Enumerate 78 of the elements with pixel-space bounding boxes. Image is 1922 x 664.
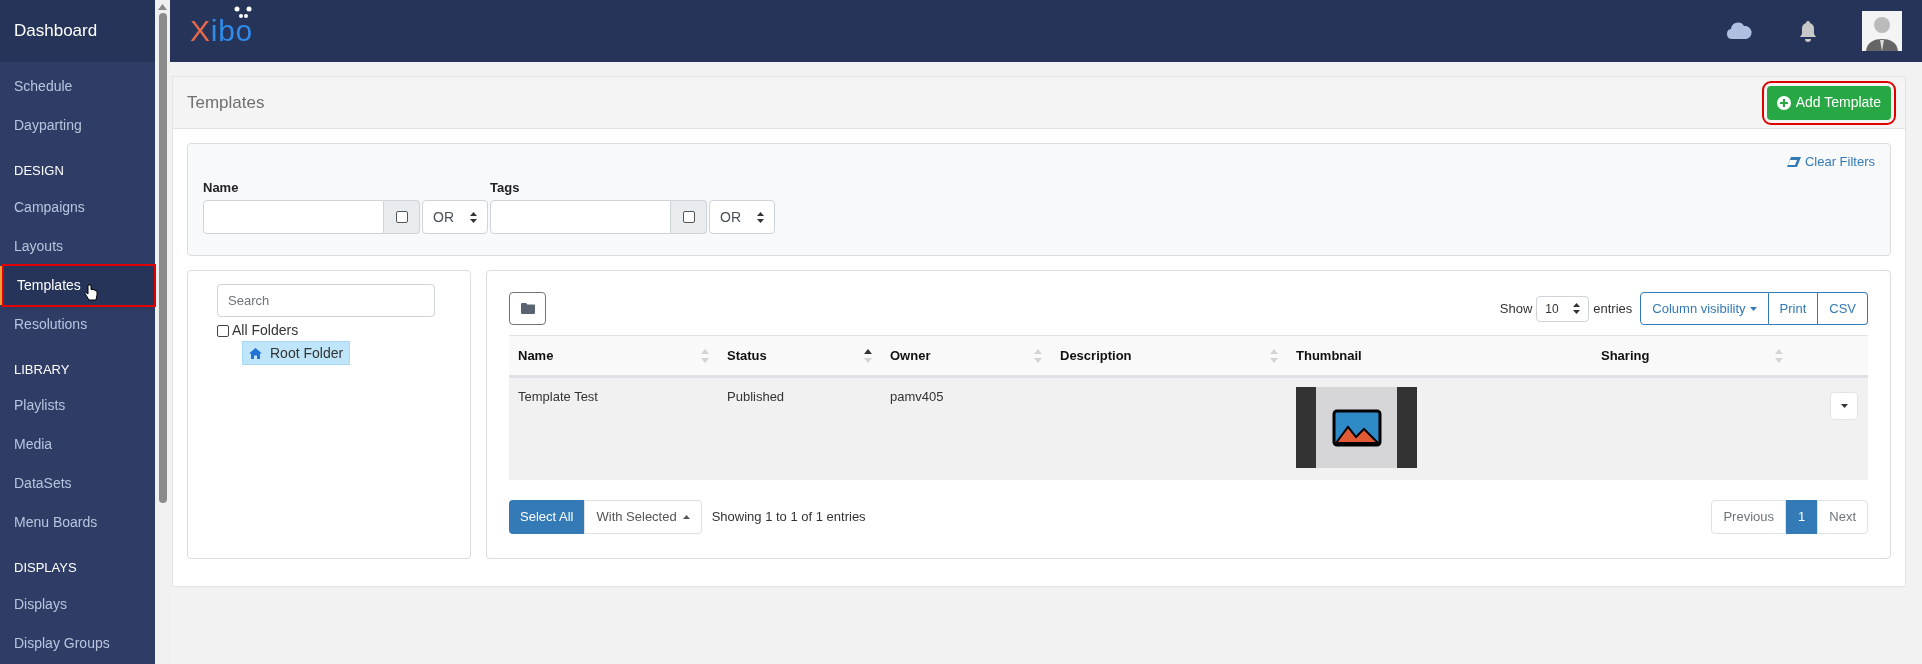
sidebar-item[interactable]: Playlists: [0, 386, 155, 425]
pagination-button[interactable]: Previous: [1711, 500, 1787, 534]
user-avatar[interactable]: [1862, 11, 1902, 51]
sort-icon: [1270, 348, 1278, 363]
all-folders-label[interactable]: All Folders: [232, 320, 299, 341]
column-header[interactable]: Name: [509, 336, 718, 375]
cloud-icon[interactable]: [1726, 22, 1752, 40]
table-row[interactable]: Template Test Published pamv405: [509, 378, 1868, 480]
filter-checkbox-addon[interactable]: [671, 200, 707, 234]
pagination-button[interactable]: Next: [1817, 500, 1868, 534]
sidebar-section-heading: DISPLAYS: [13, 559, 78, 577]
table-tool-button[interactable]: Print: [1768, 292, 1819, 325]
sidebar-section-heading: DESIGN: [13, 162, 65, 180]
sidebar-section-heading: LIBRARY: [13, 360, 71, 379]
sidebar-item[interactable]: Displays: [0, 584, 155, 624]
select-arrows-icon: [1573, 303, 1581, 314]
notification-bell-icon[interactable]: [1798, 20, 1818, 42]
table-info: Showing 1 to 1 of 1 entries: [711, 508, 866, 527]
home-icon: [249, 347, 262, 359]
caret-up-icon: [682, 515, 690, 519]
all-folders-checkbox[interactable]: [217, 324, 229, 337]
sort-icon: [864, 348, 872, 363]
logo[interactable]: Xibo: [190, 16, 254, 46]
scroll-up-icon[interactable]: [158, 4, 167, 10]
show-label: Show: [1499, 299, 1533, 318]
image-icon: [1331, 408, 1382, 447]
sort-icon: [1775, 348, 1783, 363]
filter-label: Name: [203, 178, 240, 197]
table-tool-button[interactable]: Column visibility: [1640, 292, 1769, 325]
column-header[interactable]: Status: [718, 336, 881, 375]
hand-cursor-icon: [84, 283, 98, 302]
table-tool-button[interactable]: CSV: [1818, 292, 1868, 325]
sidebar-item[interactable]: Resolutions: [0, 304, 155, 344]
select-arrows-icon: [470, 211, 477, 223]
column-header[interactable]: Sharing: [1592, 336, 1792, 375]
filter-checkbox-addon[interactable]: [384, 200, 420, 234]
thumbnail[interactable]: [1296, 387, 1417, 468]
select-all-button[interactable]: Select All: [509, 500, 585, 534]
sidebar-item[interactable]: Media: [0, 425, 155, 464]
page-size-select[interactable]: 10: [1536, 295, 1590, 322]
select-arrows-icon: [757, 211, 764, 223]
eraser-icon: [1786, 156, 1801, 167]
filter-label: Tags: [490, 178, 521, 197]
sidebar-item[interactable]: Templates: [4, 265, 154, 305]
sort-icon: [1034, 348, 1042, 363]
scrollbar-thumb[interactable]: [158, 13, 167, 503]
caret-down-icon: [1840, 404, 1848, 408]
operator-select[interactable]: OR: [709, 200, 775, 234]
clear-filters-link[interactable]: Clear Filters: [1786, 152, 1875, 172]
page-title: Templates: [187, 91, 265, 114]
column-header[interactable]: Thumbnail: [1287, 336, 1592, 375]
sidebar-item[interactable]: Schedule: [0, 67, 155, 106]
folder-icon: [520, 303, 535, 314]
entries-label: entries: [1593, 299, 1633, 318]
column-header[interactable]: Owner: [881, 336, 1051, 375]
table-cell-text: pamv405: [889, 388, 945, 406]
sidebar-item[interactable]: DataSets: [0, 464, 155, 503]
sort-icon: [701, 348, 709, 363]
sidebar-item[interactable]: Campaigns: [0, 187, 155, 227]
tree-folder-item[interactable]: Root Folder: [242, 341, 351, 365]
with-selected-button[interactable]: With Selected: [584, 500, 702, 534]
plus-circle-icon: [1776, 95, 1791, 110]
sidebar-item[interactable]: Dayparting: [0, 106, 155, 145]
column-header[interactable]: Description: [1051, 336, 1287, 375]
table-cell-text: Template Test: [517, 388, 599, 406]
operator-select[interactable]: OR: [422, 200, 488, 234]
sidebar-item[interactable]: Layouts: [0, 226, 155, 266]
caret-down-icon: [1749, 306, 1757, 311]
pagination-button[interactable]: 1: [1786, 500, 1818, 534]
sidebar-item[interactable]: Menu Boards: [0, 503, 155, 542]
filter-input[interactable]: [490, 200, 671, 234]
table-cell-text: Published: [726, 388, 786, 406]
filter-checkbox[interactable]: [682, 211, 695, 223]
filter-input[interactable]: [203, 200, 384, 234]
folder-search-field[interactable]: Search: [217, 284, 435, 317]
filter-checkbox[interactable]: [395, 211, 408, 223]
folder-button[interactable]: [509, 292, 546, 325]
sidebar-item[interactable]: Display Groups: [0, 623, 155, 663]
